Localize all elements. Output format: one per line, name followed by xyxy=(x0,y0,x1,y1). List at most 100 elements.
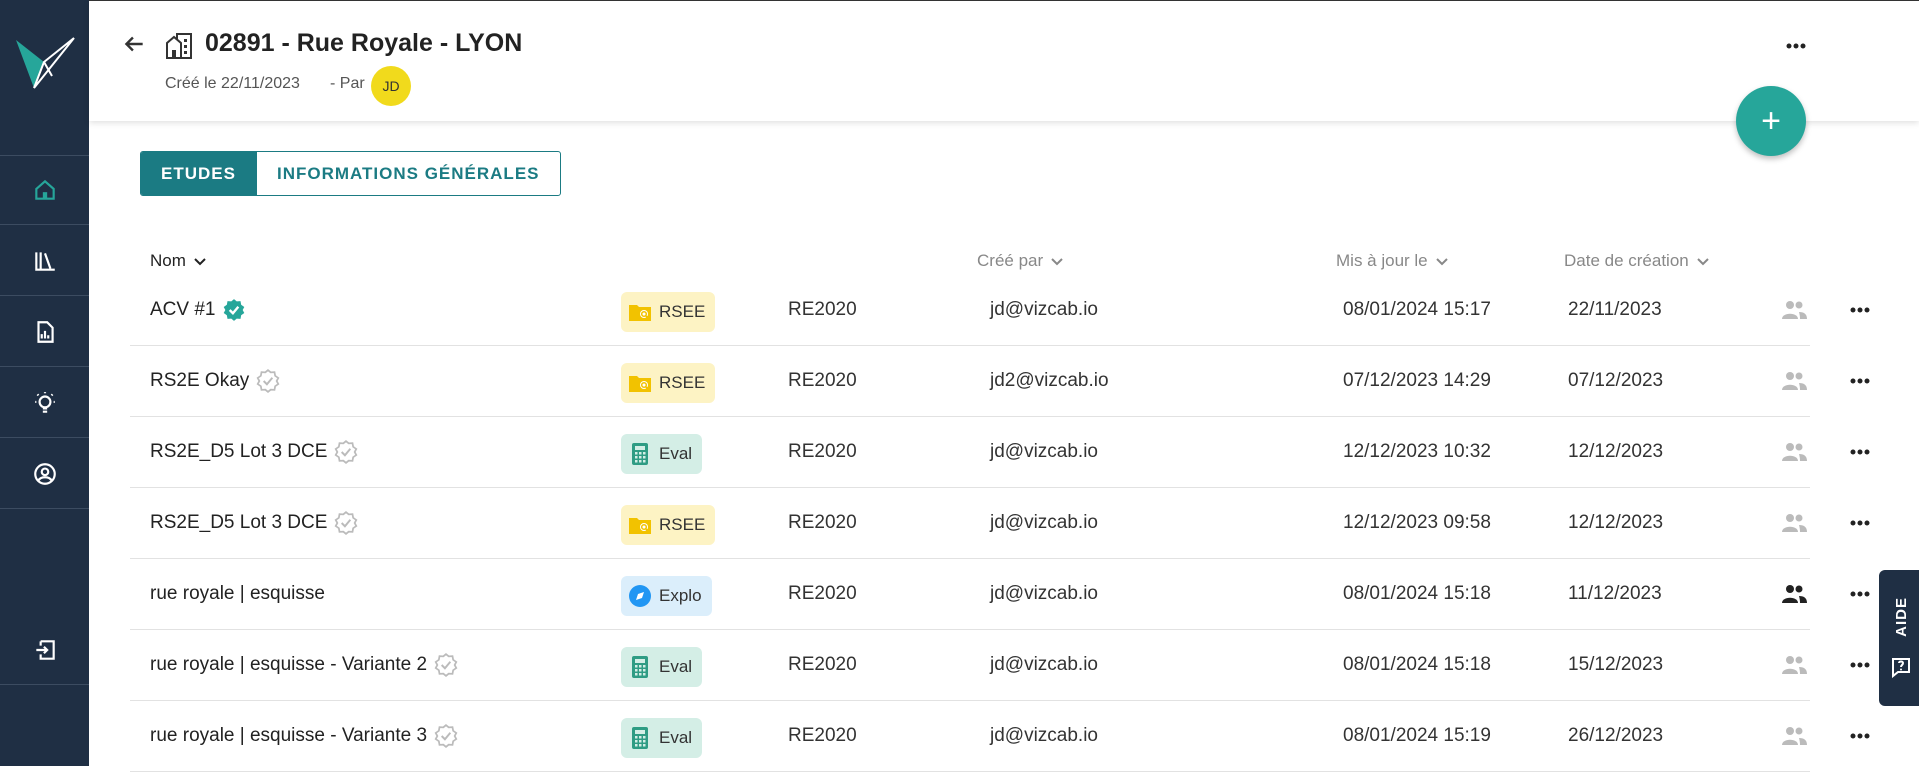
study-name-cell[interactable]: RS2E_D5 Lot 3 DCE xyxy=(150,417,359,487)
study-name: RS2E Okay xyxy=(150,370,250,391)
norm-cell: RE2020 xyxy=(788,299,857,320)
study-type-badge: Eval xyxy=(621,434,703,474)
help-button[interactable]: AIDE xyxy=(1879,570,1919,706)
study-type-badge: Explo xyxy=(621,576,712,616)
study-name: RS2E_D5 Lot 3 DCE xyxy=(150,512,328,533)
table-row[interactable]: ACV #1 RSEE RE2020 jd@vizcab.io 08/01/2024 1… xyxy=(130,275,1870,346)
study-type: Eval xyxy=(659,728,693,747)
created-date: Créé le 22/11/2023 xyxy=(165,75,300,92)
nav-reports[interactable] xyxy=(0,297,89,367)
study-name-cell[interactable]: rue royale | esquisse - Variante 2 xyxy=(150,630,459,700)
table-row[interactable]: rue royale | esquisse - Variante 3 Eval RE… xyxy=(130,701,1870,772)
study-type: RSEE xyxy=(659,302,706,321)
help-label: AIDE xyxy=(1892,597,1910,637)
share-users-icon[interactable] xyxy=(1780,630,1808,700)
avatar[interactable]: JD xyxy=(371,66,411,106)
created-cell: 12/12/2023 xyxy=(1568,512,1664,533)
study-type: Explo xyxy=(659,586,702,605)
share-users-icon[interactable] xyxy=(1780,417,1808,487)
row-more-options-icon[interactable] xyxy=(1847,346,1873,416)
norm-cell: RE2020 xyxy=(788,370,857,391)
column-header-mis-a-jour[interactable]: Mis à jour le xyxy=(1336,251,1450,271)
help-chat-icon xyxy=(1892,657,1910,679)
study-name-cell[interactable]: rue royale | esquisse - Variante 3 xyxy=(150,701,459,771)
home-icon xyxy=(34,179,55,200)
row-more-options-icon[interactable] xyxy=(1847,701,1873,771)
unverified-badge-icon xyxy=(256,369,280,393)
library-icon xyxy=(34,251,55,271)
row-more-options-icon[interactable] xyxy=(1847,275,1873,345)
rsee-folder-icon xyxy=(629,305,651,321)
row-more-options-icon[interactable] xyxy=(1847,630,1873,700)
study-name: RS2E_D5 Lot 3 DCE xyxy=(150,441,328,462)
created-by-cell: jd@vizcab.io xyxy=(990,299,1098,320)
chevron-down-icon xyxy=(1697,258,1709,266)
created-by-cell: jd@vizcab.io xyxy=(990,654,1098,675)
add-study-button[interactable]: + xyxy=(1736,86,1806,156)
norm-cell: RE2020 xyxy=(788,725,857,746)
table-row[interactable]: RS2E_D5 Lot 3 DCE RSEE RE2020 jd@vizcab.io 1… xyxy=(130,488,1870,559)
unverified-badge-icon xyxy=(434,724,458,748)
nav-library[interactable] xyxy=(0,226,89,296)
study-name: ACV #1 xyxy=(150,299,216,320)
column-header-date-creation[interactable]: Date de création xyxy=(1564,251,1711,271)
created-cell: 12/12/2023 xyxy=(1568,441,1664,462)
more-options-icon[interactable] xyxy=(1781,31,1811,61)
nav-account[interactable] xyxy=(0,439,89,509)
nav-home[interactable] xyxy=(0,155,89,225)
study-type: Eval xyxy=(659,444,693,463)
column-header-nom[interactable]: Nom xyxy=(150,251,208,271)
share-users-icon[interactable] xyxy=(1780,701,1808,771)
updated-cell: 08/01/2024 15:17 xyxy=(1343,299,1491,320)
share-users-icon[interactable] xyxy=(1780,559,1808,629)
created-cell: 11/12/2023 xyxy=(1568,583,1662,604)
row-more-options-icon[interactable] xyxy=(1847,559,1873,629)
created-by-cell: jd@vizcab.io xyxy=(990,512,1098,533)
page-title: 02891 - Rue Royale - LYON xyxy=(205,29,523,57)
compass-icon xyxy=(629,585,651,607)
norm-cell: RE2020 xyxy=(788,654,857,675)
created-cell: 22/11/2023 xyxy=(1568,299,1662,320)
calculator-icon xyxy=(632,727,648,749)
updated-cell: 12/12/2023 09:58 xyxy=(1343,512,1491,533)
tab-informations-generales[interactable]: INFORMATIONS GÉNÉRALES xyxy=(255,152,560,195)
updated-cell: 12/12/2023 10:32 xyxy=(1343,441,1491,462)
created-by-cell: jd@vizcab.io xyxy=(990,583,1098,604)
column-header-cree-par[interactable]: Créé par xyxy=(977,251,1065,271)
row-more-options-icon[interactable] xyxy=(1847,417,1873,487)
study-name-cell[interactable]: rue royale | esquisse xyxy=(150,559,325,629)
created-by-cell: jd@vizcab.io xyxy=(990,441,1098,462)
study-type: RSEE xyxy=(659,373,706,392)
back-arrow-icon[interactable] xyxy=(121,31,147,57)
unverified-badge-icon xyxy=(335,511,358,535)
study-name: rue royale | esquisse - Variante 2 xyxy=(150,654,428,675)
updated-cell: 08/01/2024 15:18 xyxy=(1343,583,1491,604)
study-name: rue royale | esquisse - Variante 3 xyxy=(150,725,428,746)
tab-etudes[interactable]: ETUDES xyxy=(141,152,256,195)
created-by-cell: jd@vizcab.io xyxy=(990,725,1098,746)
study-type-badge: RSEE xyxy=(621,292,716,332)
lightbulb-icon xyxy=(34,391,55,413)
study-name-cell[interactable]: RS2E_D5 Lot 3 DCE xyxy=(150,488,359,558)
share-users-icon[interactable] xyxy=(1780,346,1808,416)
table-row[interactable]: RS2E_D5 Lot 3 DCE Eval RE2020 jd@vizcab.io 1… xyxy=(130,417,1870,488)
table-row[interactable]: rue royale | esquisse Explo RE2020 jd@vizca… xyxy=(130,559,1870,630)
study-name-cell[interactable]: ACV #1 xyxy=(150,275,247,345)
chevron-down-icon xyxy=(1435,258,1448,266)
rsee-folder-icon xyxy=(629,376,651,392)
nav-logout[interactable] xyxy=(0,615,89,685)
study-name-cell[interactable]: RS2E Okay xyxy=(150,346,281,416)
row-more-options-icon[interactable] xyxy=(1847,488,1873,558)
share-users-icon[interactable] xyxy=(1780,275,1808,345)
updated-cell: 08/01/2024 15:19 xyxy=(1343,725,1491,746)
share-users-icon[interactable] xyxy=(1780,488,1808,558)
chevron-down-icon xyxy=(194,258,206,266)
calculator-icon xyxy=(632,443,648,465)
table-row[interactable]: rue royale | esquisse - Variante 2 Eval RE… xyxy=(130,630,1870,701)
vizcab-logo[interactable] xyxy=(14,36,76,92)
norm-cell: RE2020 xyxy=(788,512,857,533)
study-type-badge: RSEE xyxy=(621,363,716,403)
study-type-badge: Eval xyxy=(621,647,703,687)
nav-ideas[interactable] xyxy=(0,368,89,438)
table-row[interactable]: RS2E Okay RSEE RE2020 jd2@vizcab.io 07/12/20… xyxy=(130,346,1870,417)
